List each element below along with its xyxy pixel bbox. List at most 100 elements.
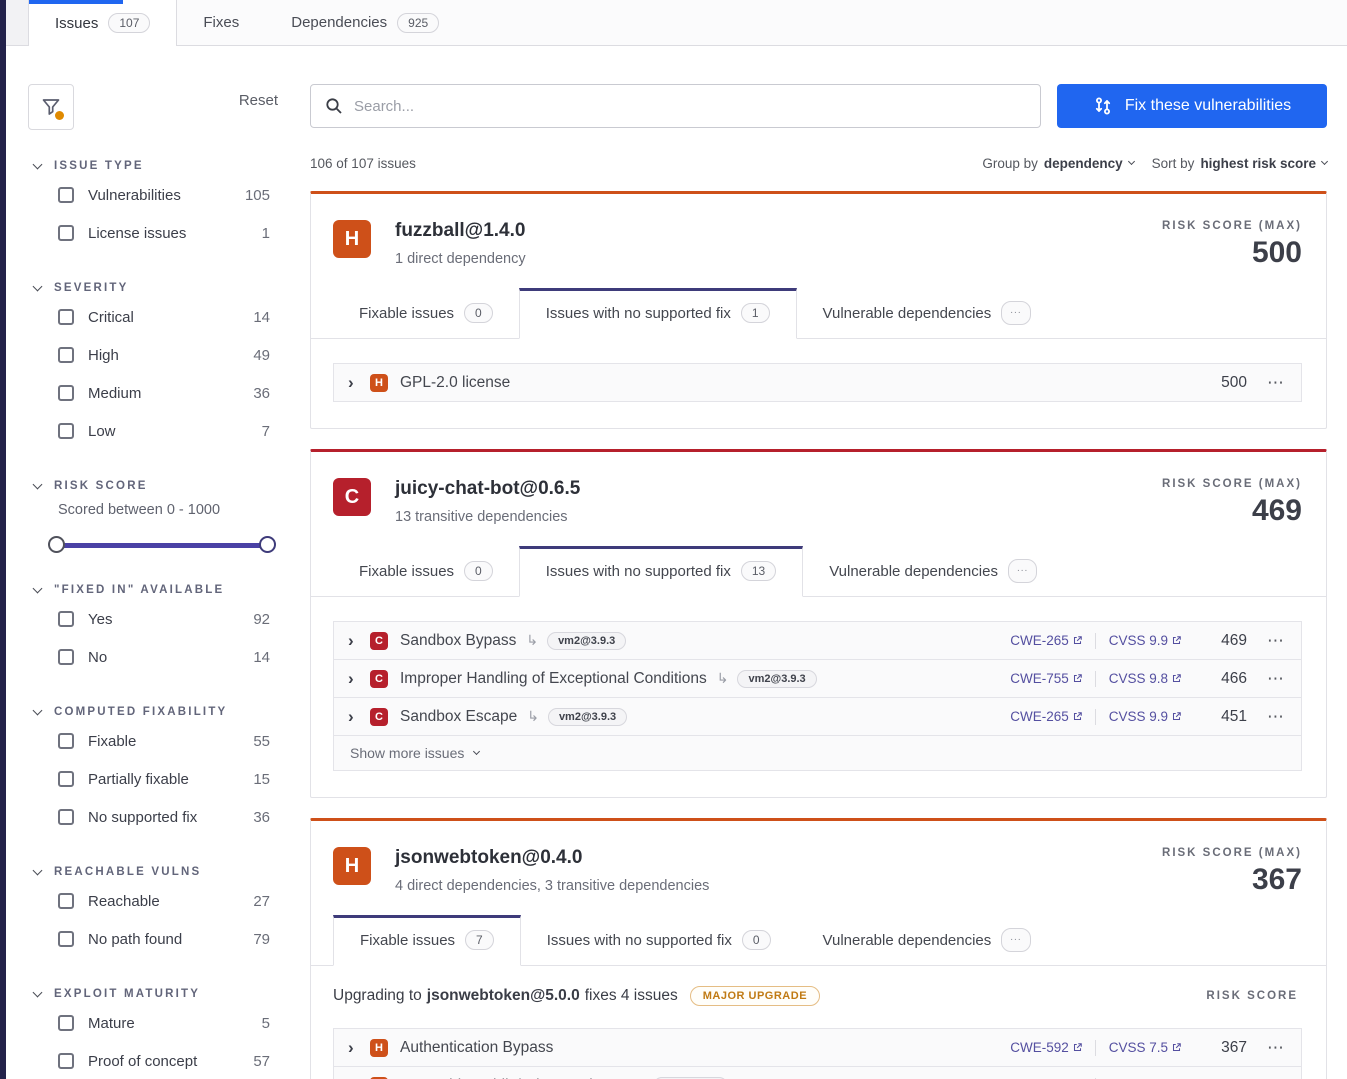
filter-option-license-issues[interactable]: License issues 1 bbox=[58, 214, 270, 252]
cwe-link[interactable]: CWE-755 bbox=[1010, 671, 1082, 686]
dependency-chip[interactable]: vm2@3.9.3 bbox=[737, 670, 816, 688]
issue-risk-score: 451 bbox=[1199, 708, 1247, 726]
fix-vulnerabilities-button[interactable]: Fix these vulnerabilities bbox=[1057, 84, 1327, 128]
expand-chevron-icon[interactable]: › bbox=[348, 707, 370, 727]
filter-option-vulnerabilities[interactable]: Vulnerabilities 105 bbox=[58, 176, 270, 214]
severity-badge-critical: C bbox=[370, 708, 388, 726]
checkbox[interactable] bbox=[58, 1053, 74, 1069]
issue-row[interactable]: › C Improper Handling of Exceptional Con… bbox=[333, 659, 1302, 698]
card-tab-fixable-issues[interactable]: Fixable issues 0 bbox=[333, 546, 519, 596]
checkbox[interactable] bbox=[58, 225, 74, 241]
tab-issues[interactable]: Issues 107 bbox=[28, 0, 177, 46]
issue-title: Improper Handling of Exceptional Conditi… bbox=[400, 670, 707, 688]
filter-option-mature[interactable]: Mature 5 bbox=[58, 1004, 270, 1042]
expand-chevron-icon[interactable]: › bbox=[348, 373, 370, 393]
filter-button[interactable] bbox=[28, 84, 74, 130]
search-input[interactable] bbox=[354, 98, 1026, 115]
card-tab-no-supported-fix[interactable]: Issues with no supported fix 13 bbox=[519, 546, 803, 597]
checkbox[interactable] bbox=[58, 649, 74, 665]
filter-section-fixed-in-available[interactable]: "FIXED IN" AVAILABLE bbox=[34, 584, 278, 596]
card-tab-vulnerable-dependencies[interactable]: Vulnerable dependencies ... bbox=[797, 288, 1057, 338]
row-menu-icon[interactable]: ⋯ bbox=[1267, 1038, 1285, 1058]
cvss-link[interactable]: CVSS 9.9 bbox=[1109, 633, 1181, 648]
search-box[interactable] bbox=[310, 84, 1041, 128]
reset-filters-link[interactable]: Reset bbox=[239, 92, 278, 109]
checkbox[interactable] bbox=[58, 771, 74, 787]
issue-title: Authentication Bypass bbox=[400, 1039, 553, 1057]
checkbox[interactable] bbox=[58, 309, 74, 325]
filter-option-no-supported-fix[interactable]: No supported fix 36 bbox=[58, 798, 270, 836]
show-more-issues-button[interactable]: Show more issues bbox=[333, 735, 1302, 771]
cwe-link[interactable]: CWE-592 bbox=[1010, 1040, 1082, 1055]
card-tab-no-supported-fix[interactable]: Issues with no supported fix 1 bbox=[519, 288, 797, 339]
group-by-dropdown[interactable]: Group by dependency bbox=[982, 156, 1133, 171]
filter-section-severity[interactable]: SEVERITY bbox=[34, 282, 278, 294]
dependency-card-juicy-chat-bot: C juicy-chat-bot@0.6.5 13 transitive dep… bbox=[310, 449, 1327, 798]
cwe-link[interactable]: CWE-265 bbox=[1010, 633, 1082, 648]
expand-chevron-icon[interactable]: › bbox=[348, 1076, 370, 1079]
filter-option-high[interactable]: High 49 bbox=[58, 336, 270, 374]
card-tab-no-supported-fix[interactable]: Issues with no supported fix 0 bbox=[521, 915, 797, 965]
checkbox[interactable] bbox=[58, 385, 74, 401]
filter-option-low[interactable]: Low 7 bbox=[58, 412, 270, 450]
checkbox[interactable] bbox=[58, 809, 74, 825]
tab-dependencies[interactable]: Dependencies 925 bbox=[265, 0, 465, 45]
filter-option-medium[interactable]: Medium 36 bbox=[58, 374, 270, 412]
checkbox[interactable] bbox=[58, 423, 74, 439]
issue-row[interactable]: › H GPL-2.0 license 500 ⋯ bbox=[333, 363, 1302, 402]
issue-row[interactable]: › H Authentication Bypass CWE-592 CVSS 7… bbox=[333, 1028, 1302, 1067]
checkbox[interactable] bbox=[58, 611, 74, 627]
filter-option-yes[interactable]: Yes 92 bbox=[58, 600, 270, 638]
checkbox[interactable] bbox=[58, 733, 74, 749]
search-icon bbox=[325, 97, 343, 115]
checkbox[interactable] bbox=[58, 347, 74, 363]
slider-handle-min[interactable] bbox=[48, 536, 65, 553]
card-tab-fixable-issues[interactable]: Fixable issues 0 bbox=[333, 288, 519, 338]
checkbox[interactable] bbox=[58, 893, 74, 909]
expand-chevron-icon[interactable]: › bbox=[348, 669, 370, 689]
card-tab-vulnerable-dependencies[interactable]: Vulnerable dependencies ... bbox=[803, 546, 1063, 596]
filter-option-no[interactable]: No 14 bbox=[58, 638, 270, 676]
cvss-link[interactable]: CVSS 7.5 bbox=[1109, 1040, 1181, 1055]
filter-option-fixable[interactable]: Fixable 55 bbox=[58, 722, 270, 760]
sort-by-dropdown[interactable]: Sort by highest risk score bbox=[1152, 156, 1327, 171]
row-menu-icon[interactable]: ⋯ bbox=[1267, 1076, 1285, 1079]
issue-row[interactable]: › C Sandbox Bypass ↳ vm2@3.9.3 CWE-265 C… bbox=[333, 621, 1302, 660]
major-upgrade-badge: MAJOR UPGRADE bbox=[690, 986, 820, 1006]
tab-fixes[interactable]: Fixes bbox=[177, 0, 265, 45]
row-menu-icon[interactable]: ⋯ bbox=[1267, 669, 1285, 689]
filter-option-critical[interactable]: Critical 14 bbox=[58, 298, 270, 336]
filter-section-computed-fixability[interactable]: COMPUTED FIXABILITY bbox=[34, 706, 278, 718]
risk-score-label: RISK SCORE (MAX) bbox=[1162, 478, 1302, 490]
issues-main-panel: Fix these vulnerabilities 106 of 107 iss… bbox=[286, 46, 1347, 1079]
row-menu-icon[interactable]: ⋯ bbox=[1267, 373, 1285, 393]
risk-score-range-hint: Scored between 0 - 1000 bbox=[58, 502, 278, 518]
cvss-link[interactable]: CVSS 9.9 bbox=[1109, 709, 1181, 724]
checkbox[interactable] bbox=[58, 1015, 74, 1031]
row-menu-icon[interactable]: ⋯ bbox=[1267, 707, 1285, 727]
cvss-link[interactable]: CVSS 9.8 bbox=[1109, 671, 1181, 686]
dependency-chip[interactable]: vm2@3.9.3 bbox=[548, 708, 627, 726]
checkbox[interactable] bbox=[58, 187, 74, 203]
expand-chevron-icon[interactable]: › bbox=[348, 1038, 370, 1058]
issue-row[interactable]: › H Forgeable Public/Private Tokens ↳ jw… bbox=[333, 1066, 1302, 1079]
filter-option-reachable[interactable]: Reachable 27 bbox=[58, 882, 270, 920]
filter-option-partially-fixable[interactable]: Partially fixable 15 bbox=[58, 760, 270, 798]
card-tab-fixable-issues[interactable]: Fixable issues 7 bbox=[333, 915, 521, 966]
filter-section-risk-score[interactable]: RISK SCORE bbox=[34, 480, 278, 492]
filter-section-issue-type[interactable]: ISSUE TYPE bbox=[34, 160, 278, 172]
row-menu-icon[interactable]: ⋯ bbox=[1267, 631, 1285, 651]
dependency-hook-icon: ↳ bbox=[526, 632, 538, 649]
card-tab-vulnerable-dependencies[interactable]: Vulnerable dependencies ... bbox=[797, 915, 1057, 965]
risk-score-slider[interactable] bbox=[56, 536, 268, 554]
issue-row[interactable]: › C Sandbox Escape ↳ vm2@3.9.3 CWE-265 C… bbox=[333, 697, 1302, 736]
filter-option-no-path-found[interactable]: No path found 79 bbox=[58, 920, 270, 958]
slider-handle-max[interactable] bbox=[259, 536, 276, 553]
cwe-link[interactable]: CWE-265 bbox=[1010, 709, 1082, 724]
filter-section-exploit-maturity[interactable]: EXPLOIT MATURITY bbox=[34, 988, 278, 1000]
filter-section-reachable-vulns[interactable]: REACHABLE VULNS bbox=[34, 866, 278, 878]
checkbox[interactable] bbox=[58, 931, 74, 947]
dependency-chip[interactable]: vm2@3.9.3 bbox=[547, 632, 626, 650]
filter-option-proof-of-concept[interactable]: Proof of concept 57 bbox=[58, 1042, 270, 1079]
expand-chevron-icon[interactable]: › bbox=[348, 631, 370, 651]
